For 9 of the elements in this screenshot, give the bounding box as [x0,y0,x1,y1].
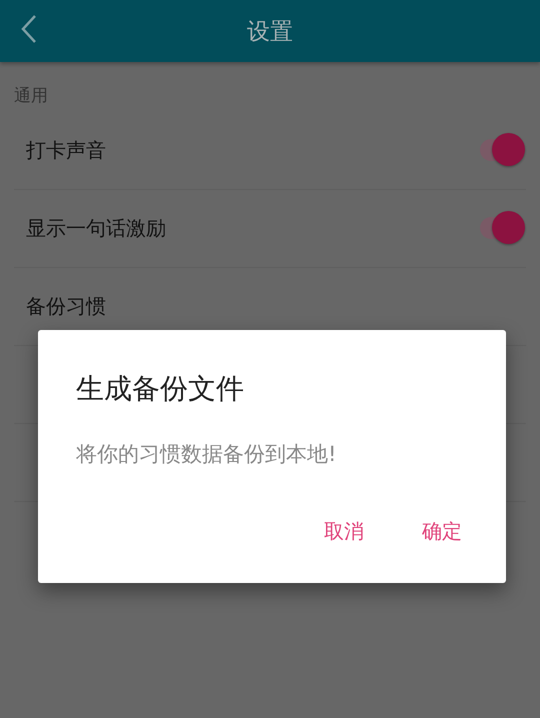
back-icon [21,14,37,44]
dialog-button[interactable]: 确定 [408,512,476,551]
dialog-title: 生成备份文件 [76,371,245,407]
setting-label: 打卡声音 [26,137,106,164]
page-title: 设置 [247,18,293,46]
setting-label: 备份习惯 [26,293,106,320]
setting-label: 显示一句话激励 [26,215,166,242]
dialog-message: 将你的习惯数据备份到本地! [76,441,338,468]
dialog-button[interactable]: 取消 [310,512,378,551]
